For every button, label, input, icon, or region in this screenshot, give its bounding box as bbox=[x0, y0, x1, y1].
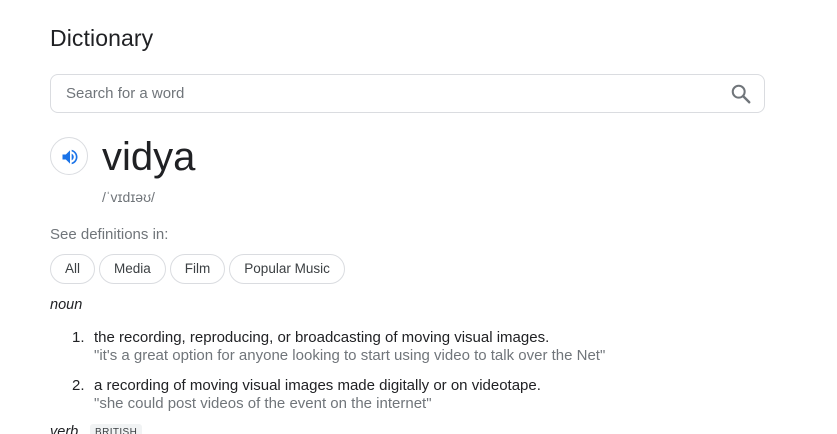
chip-popular-music[interactable]: Popular Music bbox=[229, 254, 345, 284]
headword: vidya bbox=[102, 135, 196, 179]
chip-media[interactable]: Media bbox=[99, 254, 166, 284]
phonetic-spelling: /ˈvɪdɪəʊ/ bbox=[102, 189, 155, 205]
definition-text: a recording of moving visual images made… bbox=[94, 377, 541, 394]
part-of-speech-verb: verb bbox=[50, 424, 79, 434]
see-definitions-label: See definitions in: bbox=[50, 226, 169, 243]
definition-example: "it's a great option for anyone looking … bbox=[94, 347, 606, 364]
page-title: Dictionary bbox=[50, 25, 154, 51]
pronounce-button[interactable] bbox=[50, 137, 88, 175]
search-box[interactable] bbox=[50, 74, 765, 113]
definition-list: 1. the recording, reproducing, or broadc… bbox=[50, 329, 810, 425]
definition-text: the recording, reproducing, or broadcast… bbox=[94, 329, 550, 346]
definition-source-chips: All Media Film Popular Music bbox=[50, 254, 345, 284]
chip-film[interactable]: Film bbox=[169, 254, 226, 284]
definition-number: 1. bbox=[72, 329, 85, 346]
definition-example: "she could post videos of the event on t… bbox=[94, 395, 432, 412]
dictionary-page: Dictionary vidya /ˈvɪdɪəʊ/ See definitio… bbox=[0, 0, 837, 434]
part-of-speech-noun: noun bbox=[50, 297, 83, 313]
search-input[interactable] bbox=[66, 75, 716, 112]
speaker-icon bbox=[62, 149, 78, 165]
definition-number: 2. bbox=[72, 377, 85, 394]
chip-all[interactable]: All bbox=[50, 254, 96, 284]
definition-item: 2. a recording of moving visual images m… bbox=[50, 377, 810, 413]
definition-item: 1. the recording, reproducing, or broadc… bbox=[50, 329, 810, 365]
search-icon[interactable] bbox=[730, 83, 752, 105]
region-badge: BRITISH bbox=[90, 424, 143, 434]
